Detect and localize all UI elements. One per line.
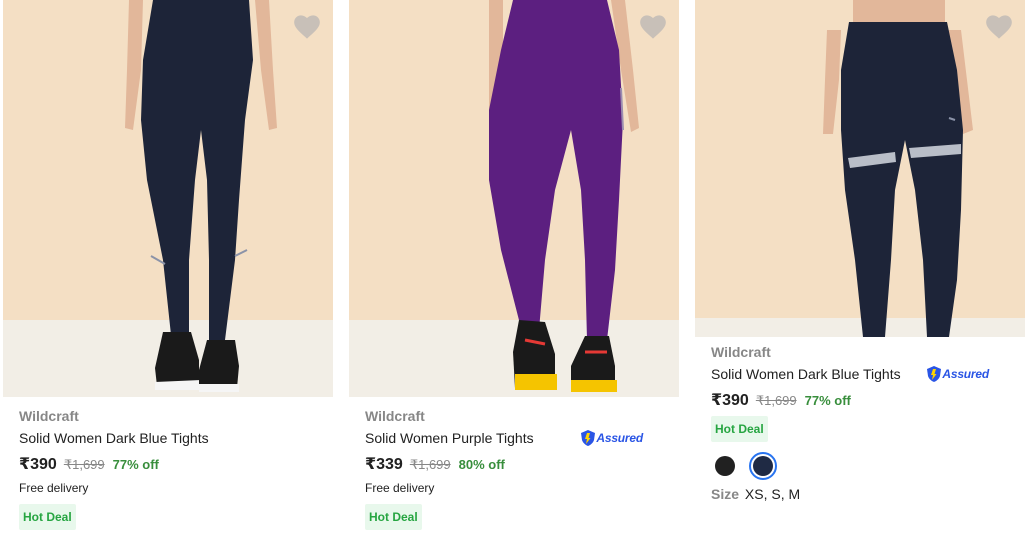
- assured-label: Assured: [596, 431, 643, 445]
- size-label: Size: [711, 486, 740, 502]
- wishlist-heart-icon[interactable]: [639, 14, 667, 40]
- color-swatch-black[interactable]: [715, 456, 735, 476]
- product-image[interactable]: [3, 0, 333, 397]
- product-mrp: ₹1,699: [63, 457, 105, 472]
- product-brand: Wildcraft: [365, 408, 425, 424]
- price-row: ₹390 ₹1,699 77% off: [19, 454, 321, 476]
- color-swatch-navy-selected[interactable]: [749, 452, 777, 480]
- price-row: ₹339 ₹1,699 80% off: [365, 454, 667, 476]
- product-info: Wildcraft Solid Women Dark Blue Tights A…: [695, 337, 1025, 502]
- product-title[interactable]: Solid Women Purple Tights: [365, 429, 534, 447]
- product-price: ₹390: [19, 456, 57, 473]
- wishlist-heart-icon[interactable]: [293, 14, 321, 40]
- size-values: XS, S, M: [744, 486, 801, 502]
- available-sizes: Size XS, S, M: [711, 486, 1013, 502]
- color-swatches: [711, 452, 1013, 480]
- product-price: ₹390: [711, 392, 749, 409]
- product-image[interactable]: [349, 0, 679, 397]
- product-info: Wildcraft Solid Women Dark Blue Tights ₹…: [3, 397, 333, 530]
- title-row: Solid Women Dark Blue Tights Assured: [711, 362, 1013, 386]
- product-card[interactable]: Wildcraft Solid Women Purple Tights Assu…: [349, 0, 679, 530]
- product-image[interactable]: [695, 0, 1025, 337]
- product-card[interactable]: Wildcraft Solid Women Dark Blue Tights ₹…: [3, 0, 333, 530]
- hot-deal-badge: Hot Deal: [365, 504, 422, 530]
- delivery-info: Free delivery: [19, 481, 89, 495]
- product-title[interactable]: Solid Women Dark Blue Tights: [711, 365, 901, 383]
- product-discount: 80% off: [458, 457, 505, 472]
- assured-label: Assured: [942, 367, 989, 381]
- product-discount: 77% off: [112, 457, 159, 472]
- product-photo: [3, 0, 333, 397]
- shield-check-icon: [581, 430, 596, 446]
- product-photo: [349, 0, 679, 397]
- product-mrp: ₹1,699: [409, 457, 451, 472]
- product-discount: 77% off: [804, 393, 851, 408]
- product-brand: Wildcraft: [711, 344, 771, 360]
- product-mrp: ₹1,699: [755, 393, 797, 408]
- title-row: Solid Women Purple Tights Assured: [365, 426, 667, 450]
- title-row: Solid Women Dark Blue Tights: [19, 426, 321, 450]
- color-swatch-navy-fill: [753, 456, 773, 476]
- product-price: ₹339: [365, 456, 403, 473]
- hot-deal-badge: Hot Deal: [711, 416, 768, 442]
- product-title[interactable]: Solid Women Dark Blue Tights: [19, 429, 209, 447]
- product-info: Wildcraft Solid Women Purple Tights Assu…: [349, 397, 679, 530]
- product-card[interactable]: Wildcraft Solid Women Dark Blue Tights A…: [695, 0, 1025, 502]
- assured-badge: Assured: [581, 430, 643, 446]
- price-row: ₹390 ₹1,699 77% off: [711, 390, 1013, 412]
- wishlist-heart-icon[interactable]: [985, 14, 1013, 40]
- hot-deal-badge: Hot Deal: [19, 504, 76, 530]
- assured-badge: Assured: [927, 366, 989, 382]
- product-photo: [695, 0, 1025, 337]
- delivery-info: Free delivery: [365, 481, 435, 495]
- product-brand: Wildcraft: [19, 408, 79, 424]
- shield-check-icon: [927, 366, 942, 382]
